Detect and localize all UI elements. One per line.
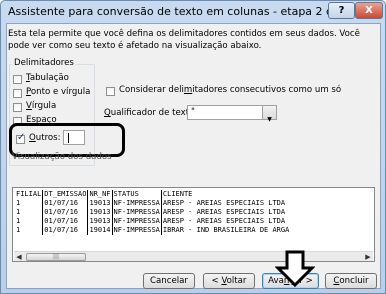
comma-checkbox[interactable]	[13, 103, 22, 112]
qualifier-label: Qualificador de texto:	[104, 108, 198, 118]
data-preview: FILIAL DT_EMISSAO NR_NF STATUS CLIENTE 1…	[12, 187, 375, 262]
preview-row: 1 01/07/16 19013 NF-IMPRESSA ARESP - ARE…	[15, 208, 290, 217]
preview-row: 1 01/07/16 19013 NF-IMPRESSA ARESP - ARE…	[15, 199, 290, 208]
qualifier-dropdown-button[interactable]: ▼	[262, 106, 276, 123]
down-arrow-annotation	[275, 250, 315, 288]
help-icon: ?	[338, 5, 345, 16]
preview-cell: 01/07/16	[42, 208, 89, 217]
dialog-body: Esta tela permite que você defina os del…	[6, 23, 381, 289]
preview-cell: 19013	[87, 217, 113, 226]
preview-cell: 1	[15, 217, 44, 226]
scrollbar-thumb[interactable]: |||	[26, 253, 86, 261]
preview-cell: 1	[15, 208, 44, 217]
cancel-button[interactable]: Cancelar	[143, 273, 195, 289]
preview-row: 1 01/07/16 19013 NF-IMPRESSA ARESP - ARE…	[15, 217, 290, 226]
consecutive-label[interactable]: Considerar delimitadores consecutivos co…	[119, 85, 341, 95]
preview-cell: IBRAR - IND BRASILEIRA DE ARGA	[162, 226, 290, 234]
chevron-down-icon: ▼	[267, 116, 272, 123]
comma-label[interactable]: Vírgula	[26, 101, 56, 111]
back-button[interactable]: < Voltar	[203, 273, 255, 289]
preview-cell: NF-IMPRESSA	[112, 208, 162, 217]
preview-grid: FILIAL DT_EMISSAO NR_NF STATUS CLIENTE 1…	[15, 190, 290, 235]
preview-column-header: CLIENTE	[162, 190, 193, 198]
preview-cell: NF-IMPRESSA	[112, 199, 162, 208]
close-icon: X	[365, 5, 373, 16]
preview-cell: 1	[15, 199, 44, 208]
preview-cell: NF-IMPRESSA	[112, 217, 162, 226]
preview-cell: 01/07/16	[42, 199, 89, 208]
preview-column-header: FILIAL	[15, 190, 44, 199]
finish-button[interactable]: Concluir	[325, 273, 377, 289]
consecutive-checkbox[interactable]	[106, 87, 115, 96]
window-title: Assistente para conversão de texto em co…	[8, 5, 351, 18]
preview-cell: NF-IMPRESSA	[112, 226, 162, 235]
semicolon-checkbox[interactable]	[13, 89, 22, 98]
scroll-right-icon[interactable]: ▶	[363, 252, 373, 261]
preview-cell: ARESP - AREIAS ESPECIAIS LTDA	[162, 217, 286, 225]
preview-label: Visualização dos dados	[12, 152, 112, 162]
preview-cell: ARESP - AREIAS ESPECIAIS LTDA	[162, 208, 286, 216]
tab-label[interactable]: Tabulação	[26, 73, 69, 83]
preview-cell: 1	[15, 226, 44, 235]
title-bar: Assistente para conversão de texto em co…	[1, 1, 385, 23]
preview-cell: 01/07/16	[42, 217, 89, 226]
preview-cell: 19013	[87, 208, 113, 217]
wizard-window: Assistente para conversão de texto em co…	[0, 0, 386, 294]
scroll-left-icon[interactable]: ◀	[14, 252, 24, 261]
help-button[interactable]: ?	[328, 2, 355, 19]
qualifier-select[interactable]: " ▼	[187, 105, 277, 123]
preview-header-row: FILIAL DT_EMISSAO NR_NF STATUS CLIENTE	[15, 190, 290, 199]
preview-cell: ARESP - AREIAS ESPECIAIS LTDA	[162, 199, 286, 207]
preview-cell: 01/07/16	[42, 226, 89, 235]
preview-row: 1 01/07/16 19014 NF-IMPRESSA IBRAR - IND…	[15, 226, 290, 235]
preview-column-header: STATUS	[112, 190, 162, 199]
delimiters-group-label: Delimitadores	[12, 58, 76, 68]
preview-column-header: NR_NF	[87, 190, 113, 199]
tab-checkbox[interactable]	[13, 75, 22, 84]
description-text: Esta tela permite que você defina os del…	[8, 29, 360, 51]
arrow-down-icon	[275, 250, 315, 288]
semicolon-label[interactable]: Ponto e vírgula	[26, 87, 90, 97]
preview-cell: 19013	[87, 199, 113, 208]
close-button[interactable]: X	[355, 2, 383, 19]
horizontal-scrollbar[interactable]: ◀ ||| ▶	[14, 251, 373, 261]
preview-column-header: DT_EMISSAO	[42, 190, 89, 199]
preview-cell: 19014	[87, 226, 113, 235]
qualifier-value: "	[191, 107, 195, 117]
